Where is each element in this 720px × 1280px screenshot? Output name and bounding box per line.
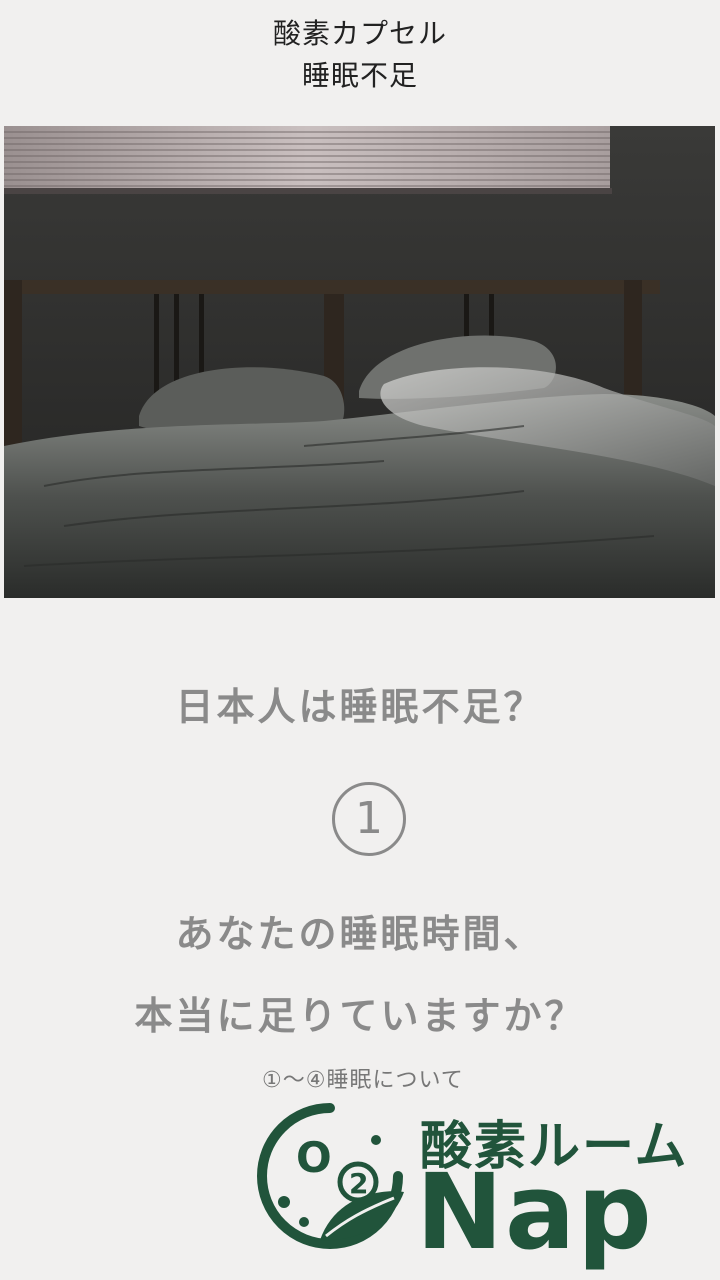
- question-title: 日本人は睡眠不足？: [175, 685, 545, 729]
- header: 酸素カプセル 睡眠不足: [0, 0, 720, 110]
- logo-o2-text: O: [296, 1133, 332, 1182]
- nap-logo-icon: O 2: [254, 1100, 406, 1252]
- series-caption: ①〜④睡眠について: [262, 1068, 464, 1093]
- brand-nap-wordmark: Nap: [416, 1151, 654, 1273]
- header-title-line1: 酸素カプセル: [272, 17, 447, 50]
- header-title-line2: 睡眠不足: [301, 59, 418, 92]
- logo-o2-subscript: 2: [349, 1167, 368, 1200]
- body-text-line2: 本当に足りていますか？: [134, 994, 586, 1038]
- bedroom-photo: [4, 126, 715, 598]
- step-number: 1: [355, 793, 383, 844]
- body-text-line1: あなたの睡眠時間、: [175, 912, 545, 956]
- step-number-badge: 1: [332, 782, 406, 856]
- bedroom-photo-image: [4, 126, 715, 598]
